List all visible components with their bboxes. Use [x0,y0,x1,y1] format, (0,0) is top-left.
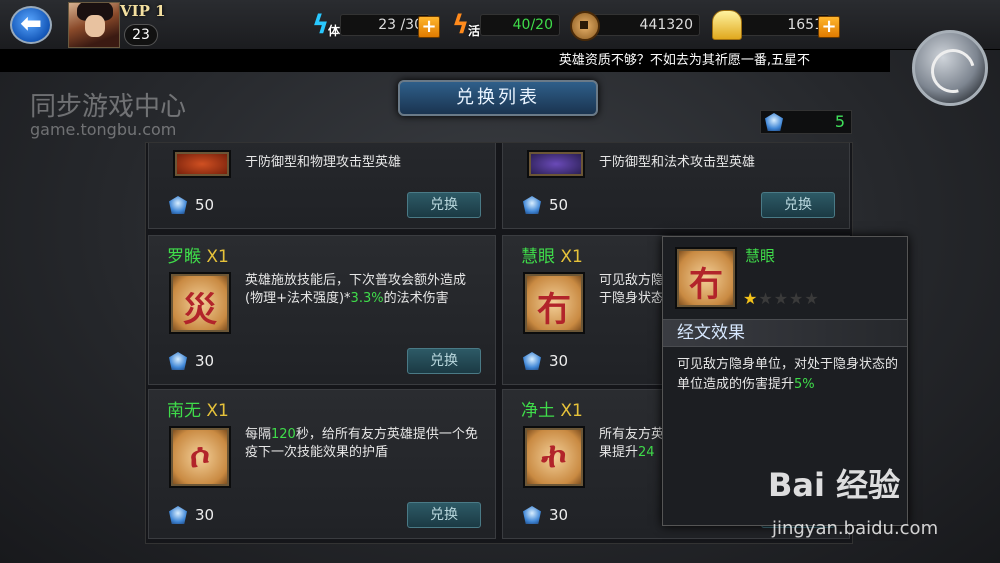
gem-icon [765,113,783,131]
news-ticker: 英雄资质不够？不如去为其祈愿一番,五星不 [0,50,890,72]
item-thumbnail: 災 [169,272,231,334]
stamina-icon: ϟ体 [312,10,341,40]
star-icon: ★ [773,289,790,308]
exchange-card: 于防御型和物理攻击型英雄 50 兑换 [148,143,496,229]
wing-menu-button[interactable] [912,30,988,106]
energy-icon: ϟ活 [452,10,481,40]
item-description: 于防御型和法术攻击型英雄 [599,155,756,170]
item-description: 每隔120秒，给所有友方英雄提供一个免疫下一次技能效果的护盾 [245,427,478,460]
coin-resource: 441320 [570,10,700,41]
gold-value: 1651 [734,14,830,36]
coin-icon [570,11,600,41]
popup-section-title: 经文效果 [663,319,907,347]
item-cost: 50 [169,196,214,214]
top-bar: ⬅ VIP 1 23 23 /30 ϟ体 + 40/20 ϟ活 441320 1… [0,0,1000,50]
item-cost: 50 [523,196,568,214]
popup-description: 可见敌方隐身单位，对处于隐身状态的单位造成的伤害提升5% [677,357,899,392]
exchange-card: 罗睺 X1 災 英雄施放技能后，下次普攻会额外造成(物理+法术强度)*3.3%的… [148,235,496,385]
gold-ingot-icon [712,10,742,40]
vip-label: VIP 1 [120,2,166,20]
level-badge: 23 [124,24,158,46]
item-name: 慧眼 X1 [521,247,583,267]
gem-icon [523,196,541,214]
gem-icon [169,196,187,214]
exchange-button[interactable]: 兑换 [761,192,835,218]
gem-icon [169,506,187,524]
star-icon: ★ [743,289,759,308]
energy-resource: 40/20 ϟ活 [452,10,572,40]
back-arrow-icon: ⬅ [20,9,42,39]
star-icon: ★ [789,289,805,308]
item-thumbnail [173,150,231,178]
star-icon: ★ [804,289,820,308]
item-thumbnail [527,150,585,178]
item-thumbnail: ኯ [523,426,585,488]
back-button[interactable]: ⬅ [10,6,52,44]
item-thumbnail: 冇 [523,272,585,334]
coin-value: 441320 [588,14,700,36]
watermark-title: 同步游戏中心 [30,92,187,122]
item-name: 罗睺 X1 [167,247,229,267]
popup-item-thumbnail: 冇 [675,247,737,309]
item-cost: 30 [523,352,568,370]
add-gold-button[interactable]: + [818,16,840,38]
watermark-url: game.tongbu.com [30,120,177,139]
add-stamina-button[interactable]: + [418,16,440,38]
item-description: 英雄施放技能后，下次普攻会额外造成(物理+法术强度)*3.3%的法术伤害 [245,273,467,306]
stamina-value: 23 /30 [340,14,430,36]
exchange-card: 南无 X1 ሶ 每隔120秒，给所有友方英雄提供一个免疫下一次技能效果的护盾 3… [148,389,496,539]
baidu-url: jingyan.baidu.com [772,518,939,539]
gold-resource: 1651 [712,10,830,40]
item-cost: 30 [523,506,568,524]
item-description: 于防御型和物理攻击型英雄 [245,155,402,170]
exchange-button[interactable]: 兑换 [407,348,481,374]
exchange-button[interactable]: 兑换 [407,502,481,528]
item-name: 净土 X1 [521,401,583,421]
item-cost: 30 [169,352,214,370]
gem-icon [169,352,187,370]
gem-icon [523,352,541,370]
baidu-logo: Bai 经验 [768,466,901,504]
exchange-card: 于防御型和法术攻击型英雄 50 兑换 [502,143,850,229]
avatar[interactable] [68,2,120,48]
gem-icon [523,506,541,524]
item-cost: 30 [169,506,214,524]
star-icon: ★ [758,289,774,308]
popup-item-name: 慧眼 [745,247,776,265]
item-name: 南无 X1 [167,401,229,421]
exchange-button[interactable]: 兑换 [407,192,481,218]
item-thumbnail: ሶ [169,426,231,488]
exchange-currency-count: 5 [760,110,852,134]
star-rating: ★★★★★ [743,289,820,308]
energy-value: 40/20 [480,14,560,36]
page-title: 兑换列表 [398,80,598,116]
